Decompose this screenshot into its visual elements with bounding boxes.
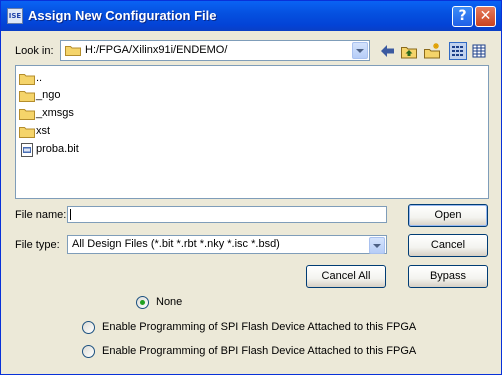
list-item-name: _xmsgs: [36, 107, 74, 119]
folder-icon: [19, 109, 35, 120]
window-title: Assign New Configuration File: [28, 8, 217, 23]
file-list[interactable]: .. _ngo _xmsgs xst proba.bit: [15, 65, 489, 199]
bit-file-icon: [21, 143, 33, 157]
radio-none-label[interactable]: None: [156, 296, 182, 308]
radio-spi-flash-label[interactable]: Enable Programming of SPI Flash Device A…: [102, 321, 416, 333]
filename-input[interactable]: [67, 206, 387, 223]
filetype-value: All Design Files (*.bit *.rbt *.nky *.is…: [72, 238, 280, 250]
up-folder-icon[interactable]: [400, 42, 418, 60]
help-button[interactable]: ?: [452, 6, 473, 27]
open-button[interactable]: Open: [408, 204, 488, 227]
folder-icon: [19, 91, 35, 102]
radio-spi-flash[interactable]: [82, 321, 95, 334]
cancel-all-button[interactable]: Cancel All: [306, 265, 386, 288]
lookin-combo[interactable]: H:/FPGA/Xilinx91i/ENDEMO/: [60, 40, 370, 61]
list-item-name: xst: [36, 125, 51, 137]
lookin-label: Look in:: [15, 45, 54, 57]
folder-icon: [19, 127, 35, 138]
filetype-dropdown-button[interactable]: [369, 237, 385, 254]
folder-icon: [19, 74, 35, 85]
close-button[interactable]: ✕: [475, 6, 496, 27]
title-bar[interactable]: ISE Assign New Configuration File ? ✕: [1, 1, 501, 31]
bypass-button[interactable]: Bypass: [408, 265, 488, 288]
filetype-label: File type:: [15, 239, 60, 251]
radio-bpi-flash[interactable]: [82, 345, 95, 358]
lookin-value: H:/FPGA/Xilinx91i/ENDEMO/: [85, 44, 228, 56]
app-icon: ISE: [7, 8, 23, 24]
lookin-dropdown-button[interactable]: [352, 42, 368, 59]
radio-bpi-flash-label[interactable]: Enable Programming of BPI Flash Device A…: [102, 345, 416, 357]
radio-none[interactable]: [136, 296, 149, 309]
list-item-name: _ngo: [36, 89, 61, 101]
back-arrow-icon[interactable]: [379, 42, 397, 60]
list-item-name: proba.bit: [36, 143, 79, 155]
text-caret: [70, 209, 71, 220]
filename-label: File name:: [15, 209, 67, 221]
filetype-combo[interactable]: All Design Files (*.bit *.rbt *.nky *.is…: [67, 235, 387, 254]
folder-icon: [65, 46, 81, 56]
list-item-name: ..: [36, 72, 43, 84]
list-view-icon[interactable]: [449, 42, 467, 60]
new-folder-icon[interactable]: [423, 42, 441, 60]
details-view-icon[interactable]: [470, 42, 488, 60]
dialog-window: ISE Assign New Configuration File ? ✕ Lo…: [0, 0, 502, 375]
cancel-button[interactable]: Cancel: [408, 234, 488, 257]
